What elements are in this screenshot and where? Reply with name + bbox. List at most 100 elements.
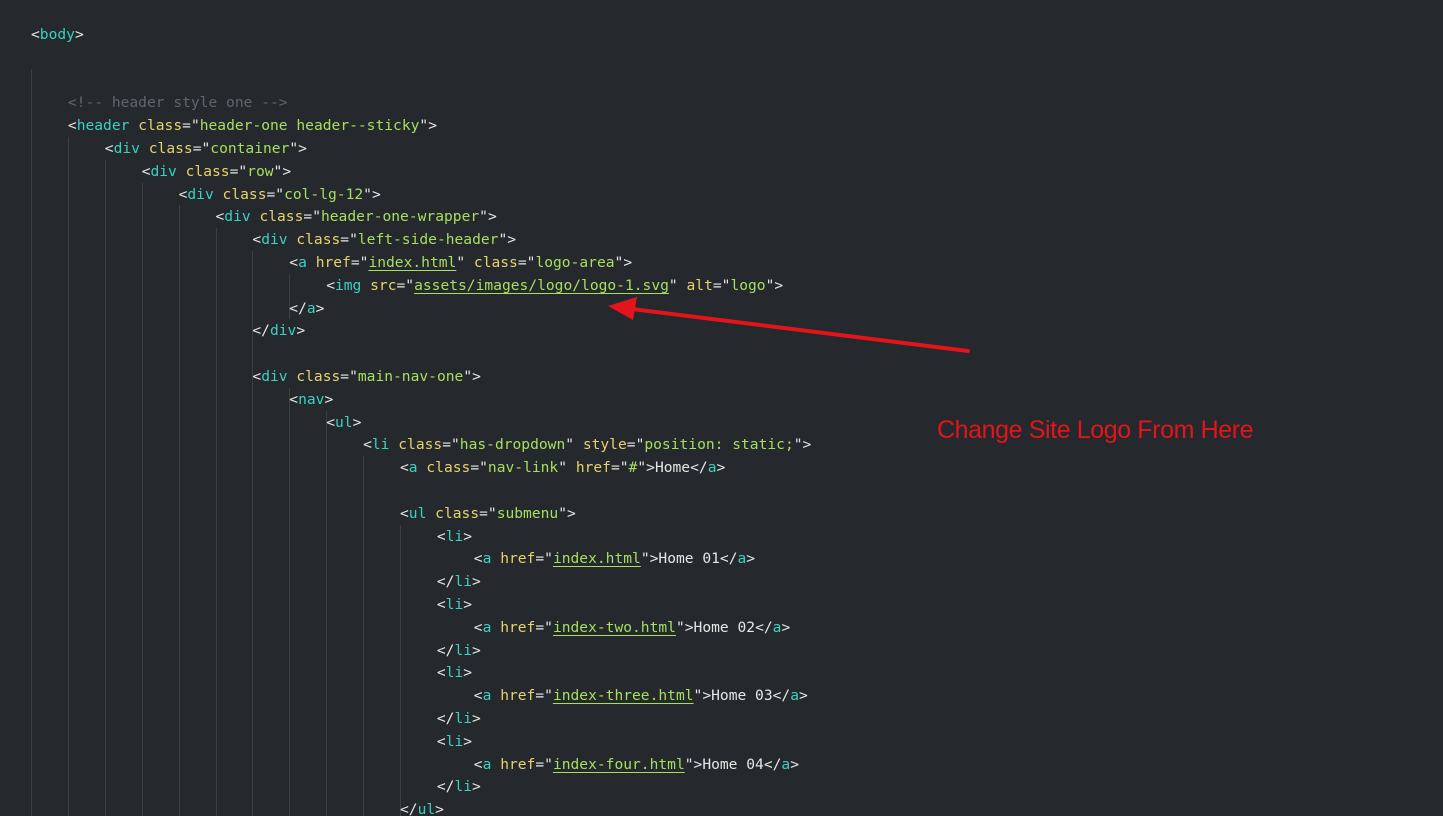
code-punct: > bbox=[371, 185, 381, 203]
indent-guide bbox=[326, 410, 328, 816]
code-punct: " bbox=[793, 436, 803, 454]
code-tag-name: li bbox=[445, 527, 464, 545]
code-line[interactable]: <div class="header-one-wrapper"> bbox=[216, 205, 497, 228]
code-punct: > bbox=[74, 26, 84, 43]
code-line[interactable]: <nav> bbox=[289, 388, 333, 411]
code-line[interactable]: </div> bbox=[252, 319, 305, 342]
code-line[interactable]: </li> bbox=[437, 570, 481, 593]
code-line[interactable]: <!-- header style one --> bbox=[68, 91, 288, 114]
code-attr-name: class bbox=[473, 254, 518, 271]
code-punct: " bbox=[451, 436, 460, 454]
code-line[interactable]: <li> bbox=[437, 593, 472, 616]
indent-guide bbox=[178, 205, 180, 816]
code-line[interactable]: <ul> bbox=[326, 411, 361, 434]
code-line[interactable]: <a href="index.html" class="logo-area"> bbox=[289, 251, 632, 274]
code-attr-name: alt bbox=[686, 276, 713, 294]
code-punct: " bbox=[479, 208, 488, 226]
code-line[interactable]: <ul class="submenu"> bbox=[400, 502, 576, 525]
code-punct: " bbox=[693, 687, 703, 705]
code-punct: </ bbox=[719, 550, 738, 568]
code-punct: </ bbox=[289, 299, 307, 317]
code-punct: </ bbox=[252, 322, 270, 340]
code-punct: > bbox=[716, 459, 726, 477]
code-punct: > bbox=[781, 618, 791, 636]
code-punct: = bbox=[626, 436, 636, 454]
code-attr-value: header-one-wrapper bbox=[320, 208, 480, 226]
code-punct: > bbox=[463, 527, 473, 545]
code-line[interactable]: <li> bbox=[437, 661, 472, 684]
code-line[interactable]: </li> bbox=[437, 707, 481, 730]
code-punct: " bbox=[614, 254, 624, 271]
code-line[interactable]: <a href="index-two.html">Home 02</a> bbox=[474, 616, 790, 639]
code-punct: = bbox=[535, 687, 545, 705]
code-tag-name: body bbox=[39, 26, 75, 43]
code-punct: " bbox=[238, 162, 248, 180]
code-punct: = bbox=[266, 185, 276, 203]
code-tag-name: div bbox=[261, 231, 288, 249]
code-tag-name: a bbox=[737, 550, 747, 568]
code-punct: < bbox=[436, 664, 446, 682]
code-line[interactable]: </a> bbox=[289, 297, 324, 320]
code-punct: " bbox=[544, 618, 553, 636]
code-punct: < bbox=[436, 527, 446, 545]
indent-guide bbox=[104, 159, 106, 816]
code-line[interactable]: <body> bbox=[31, 23, 84, 46]
code-punct: " bbox=[349, 368, 358, 385]
code-comment: <!-- header style one --> bbox=[67, 94, 288, 112]
code-punct: " bbox=[684, 755, 694, 773]
code-tag-name: li bbox=[454, 778, 473, 796]
code-punct: > bbox=[472, 641, 481, 659]
code-attr-name: class bbox=[296, 231, 341, 249]
code-punct: </ bbox=[763, 755, 782, 773]
code-punct: " bbox=[544, 550, 553, 568]
code-punct: < bbox=[436, 732, 446, 750]
code-line[interactable]: <a href="index.html">Home 01</a> bbox=[474, 547, 755, 570]
code-line[interactable]: <div class="col-lg-12"> bbox=[179, 183, 381, 206]
code-punct: < bbox=[473, 755, 483, 773]
code-text: Home 02 bbox=[693, 618, 756, 636]
code-editor[interactable]: <body> <!-- header style one --> <header c… bbox=[0, 0, 1443, 816]
code-link: index-two.html bbox=[552, 618, 676, 636]
code-line[interactable]: </li> bbox=[437, 775, 481, 798]
code-attr-value: container bbox=[210, 140, 290, 157]
code-punct: </ bbox=[690, 459, 708, 477]
code-attr-name: style bbox=[582, 436, 627, 454]
code-tag-name: ul bbox=[417, 801, 436, 816]
code-line[interactable]: </li> bbox=[437, 639, 481, 662]
code-line[interactable]: <a href="index-four.html">Home 04</a> bbox=[474, 753, 799, 776]
code-attr-name: href bbox=[500, 550, 536, 568]
code-punct: = bbox=[535, 755, 545, 773]
code-punct: > bbox=[315, 299, 325, 317]
code-punct: </ bbox=[772, 687, 791, 705]
code-attr-name: class bbox=[296, 368, 341, 385]
code-punct: < bbox=[289, 254, 299, 271]
code-punct: < bbox=[436, 596, 446, 613]
code-tag-name: li bbox=[445, 596, 464, 613]
code-tag-name: nav bbox=[298, 390, 325, 408]
code-line[interactable]: <li> bbox=[437, 730, 472, 753]
code-punct: = bbox=[517, 254, 527, 271]
code-punct: " bbox=[273, 162, 283, 180]
code-line[interactable]: <a class="nav-link" href="#">Home</a> bbox=[400, 456, 725, 479]
code-punct: " bbox=[456, 254, 466, 271]
code-line[interactable]: <a href="index-three.html">Home 03</a> bbox=[474, 684, 808, 707]
code-line[interactable]: </ul> bbox=[400, 798, 444, 816]
code-line[interactable]: <div class="container"> bbox=[105, 137, 307, 160]
code-punct: > bbox=[298, 140, 307, 157]
code-line[interactable]: <div class="row"> bbox=[142, 160, 291, 183]
code-line[interactable]: <div class="main-nav-one"> bbox=[252, 365, 481, 388]
code-line[interactable]: <img src="assets/images/logo/logo-1.svg"… bbox=[326, 274, 783, 297]
code-attr-name: class bbox=[259, 208, 304, 226]
code-attr-value: submenu bbox=[496, 504, 559, 522]
code-line[interactable]: <li> bbox=[437, 525, 472, 548]
code-punct: < bbox=[473, 550, 483, 568]
code-line[interactable]: <header class="header-one header--sticky… bbox=[68, 114, 437, 137]
code-line[interactable]: <li class="has-dropdown" style="position… bbox=[363, 433, 811, 456]
code-line[interactable]: <div class="left-side-header"> bbox=[252, 228, 516, 251]
